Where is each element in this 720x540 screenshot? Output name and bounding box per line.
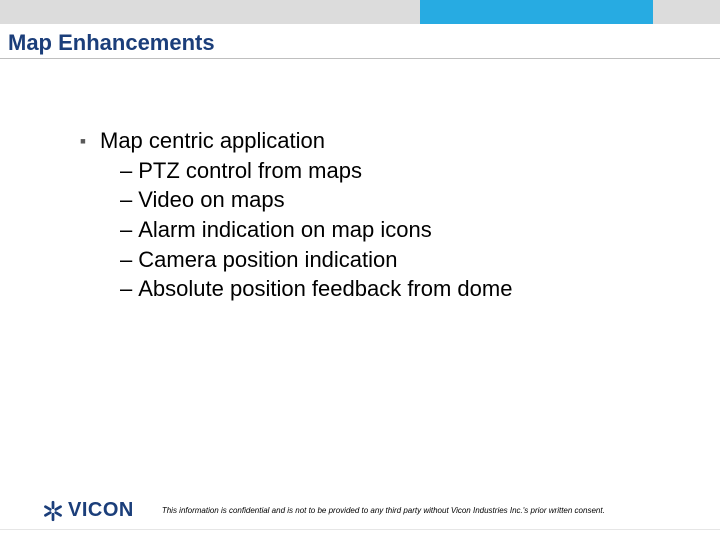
footer: VICON This information is confidential a…: [42, 499, 700, 522]
logo-text: VICON: [68, 499, 134, 522]
dash-icon: –: [120, 217, 132, 242]
sub-text: Camera position indication: [138, 247, 397, 272]
bullet-level2: –Alarm indication on map icons: [78, 215, 638, 245]
bullet-level2: –Camera position indication: [78, 245, 638, 275]
vicon-logo: VICON: [42, 499, 134, 522]
dash-icon: –: [120, 187, 132, 212]
bottom-rule: [0, 529, 720, 530]
sub-text: Absolute position feedback from dome: [138, 276, 512, 301]
asterisk-icon: [42, 500, 64, 522]
sub-text: Video on maps: [138, 187, 284, 212]
title-underline: [0, 58, 720, 59]
bullet-level2: –PTZ control from maps: [78, 156, 638, 186]
slide-container: Map Enhancements ▪ Map centric applicatio…: [0, 0, 720, 540]
bullet-level2: –Video on maps: [78, 185, 638, 215]
dash-icon: –: [120, 158, 132, 183]
disclaimer-text: This information is confidential and is …: [162, 506, 605, 515]
square-bullet-icon: ▪: [78, 129, 88, 153]
bullet-text: Map centric application: [100, 128, 325, 153]
dash-icon: –: [120, 276, 132, 301]
sub-text: Alarm indication on map icons: [138, 217, 431, 242]
slide-title: Map Enhancements: [8, 30, 215, 56]
sub-text: PTZ control from maps: [138, 158, 362, 183]
body-content: ▪Map centric application –PTZ control fr…: [78, 126, 638, 304]
dash-icon: –: [120, 247, 132, 272]
bullet-level2: –Absolute position feedback from dome: [78, 274, 638, 304]
bullet-level1: ▪ Map centric application: [78, 126, 638, 156]
topbar-accent: [420, 0, 653, 24]
